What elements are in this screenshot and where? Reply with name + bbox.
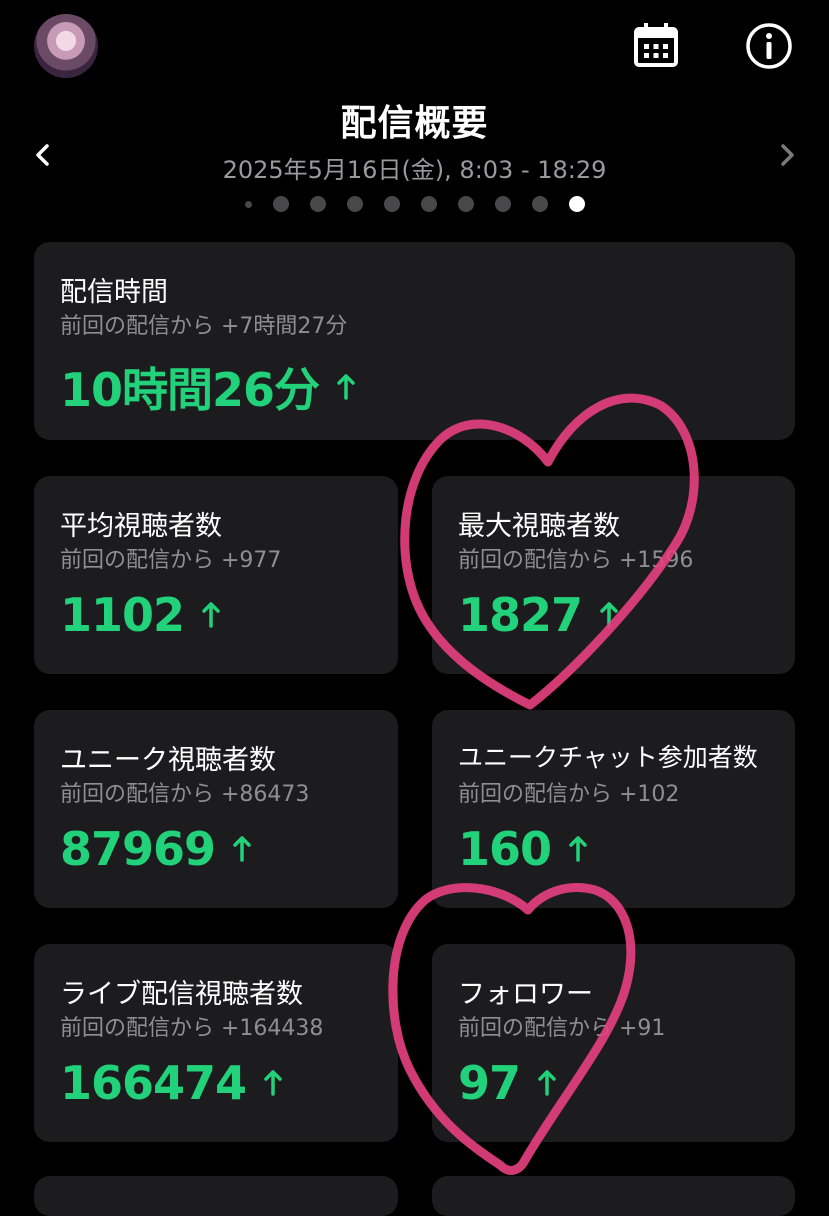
card-delta: 前回の配信から +7時間27分 [60, 314, 348, 339]
stat-card-unique-viewers: ユニーク視聴者数 前回の配信から +86473 87969 [34, 710, 398, 908]
card-delta: 前回の配信から +164438 [60, 1016, 324, 1041]
card-delta: 前回の配信から +102 [458, 782, 680, 807]
calendar-icon[interactable] [632, 22, 680, 68]
info-icon[interactable] [745, 22, 793, 70]
page-dot[interactable] [309, 196, 326, 212]
stat-card-live-viewers: ライブ配信視聴者数 前回の配信から +164438 166474 [34, 944, 398, 1142]
card-label: フォロワー [458, 979, 593, 1010]
date-range: 2025年5月16日(金), 8:03 - 18:29 [222, 156, 607, 184]
page-dot[interactable] [494, 196, 511, 212]
card-value: 1102 [60, 588, 185, 642]
arrow-up-icon [538, 1070, 556, 1096]
stat-card-avg-viewers: 平均視聴者数 前回の配信から +977 1102 [34, 476, 398, 674]
stat-card-unique-chatters: ユニークチャット参加者数 前回の配信から +102 160 [432, 710, 795, 908]
card-delta: 前回の配信から +91 [458, 1016, 666, 1041]
page-dot[interactable] [457, 196, 474, 212]
arrow-up-icon [569, 836, 587, 862]
card-label: 最大視聴者数 [458, 511, 620, 542]
card-value: 166474 [60, 1056, 247, 1110]
page-dot[interactable] [272, 196, 289, 212]
stat-card-partial-left [34, 1176, 398, 1216]
arrow-up-icon [337, 374, 355, 400]
arrow-up-icon [264, 1070, 282, 1096]
page-dot[interactable] [346, 196, 363, 212]
page-title: 配信概要 [340, 103, 489, 144]
card-delta: 前回の配信から +1596 [458, 548, 694, 573]
card-delta: 前回の配信から +86473 [60, 782, 310, 807]
card-label: 配信時間 [60, 277, 168, 308]
page-indicator[interactable] [0, 196, 829, 212]
card-label: ライブ配信視聴者数 [60, 979, 303, 1010]
stat-card-partial-right [432, 1176, 795, 1216]
page-dot[interactable] [244, 200, 252, 208]
chevron-right-icon[interactable] [772, 140, 802, 170]
stat-card-followers: フォロワー 前回の配信から +91 97 [432, 944, 795, 1142]
card-label: ユニーク視聴者数 [60, 745, 276, 776]
card-value: 97 [458, 1056, 521, 1110]
card-value: 10時間26分 [60, 363, 320, 417]
page-dot[interactable] [531, 196, 548, 212]
card-value: 1827 [458, 588, 583, 642]
arrow-up-icon [202, 602, 220, 628]
page-dot[interactable] [420, 196, 437, 212]
arrow-up-icon [600, 602, 618, 628]
stat-card-duration: 配信時間 前回の配信から +7時間27分 10時間26分 [34, 242, 795, 440]
avatar[interactable] [34, 14, 98, 78]
arrow-up-icon [233, 836, 251, 862]
card-value: 87969 [60, 822, 216, 876]
card-value: 160 [458, 822, 552, 876]
page-dot-active[interactable] [568, 196, 585, 212]
card-label: ユニークチャット参加者数 [458, 743, 758, 772]
page-dot[interactable] [383, 196, 400, 212]
stat-card-max-viewers: 最大視聴者数 前回の配信から +1596 1827 [432, 476, 795, 674]
card-label: 平均視聴者数 [60, 511, 222, 542]
card-delta: 前回の配信から +977 [60, 548, 282, 573]
